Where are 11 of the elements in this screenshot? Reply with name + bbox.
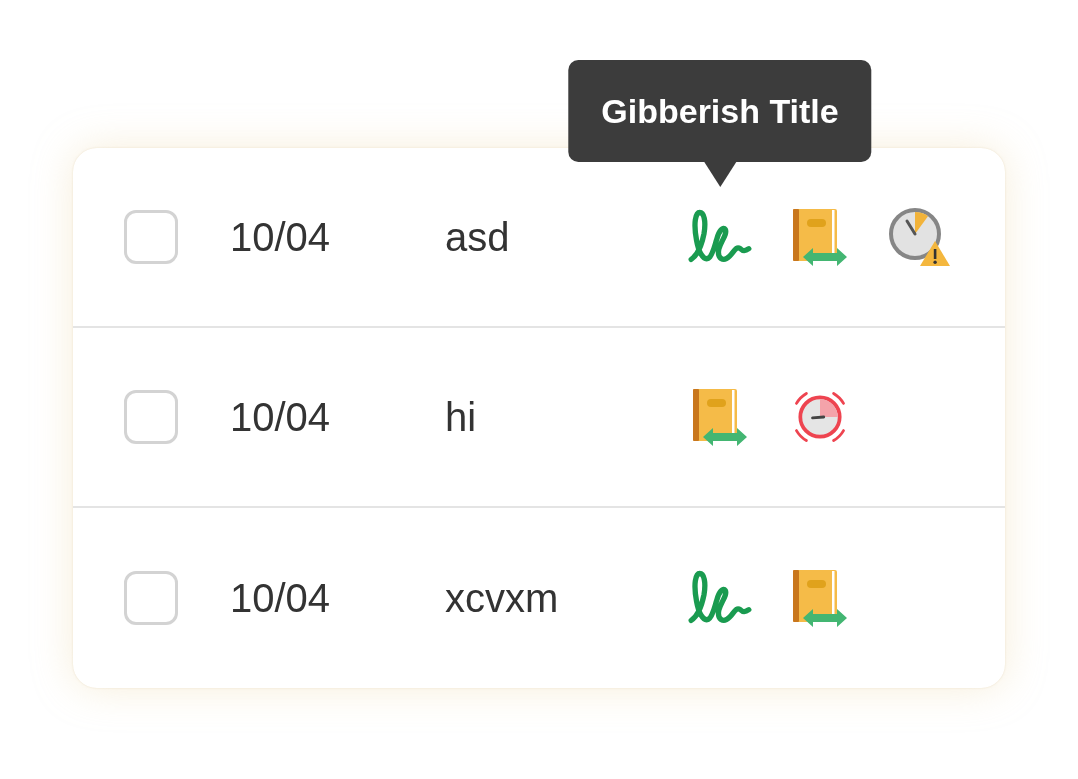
date-text: 10/04: [230, 394, 332, 440]
clock-warning-icon: [888, 207, 952, 267]
name-text: hi: [445, 394, 478, 440]
row-checkbox[interactable]: [124, 210, 178, 264]
date-text: 10/04: [230, 575, 332, 621]
row-checkbox[interactable]: [124, 571, 178, 625]
name-text: xcvxm: [445, 575, 560, 621]
date-text: 10/04: [230, 214, 332, 260]
name-text: asd: [445, 214, 511, 260]
tooltip: Gibberish Title: [568, 60, 872, 187]
row-checkbox[interactable]: [124, 390, 178, 444]
